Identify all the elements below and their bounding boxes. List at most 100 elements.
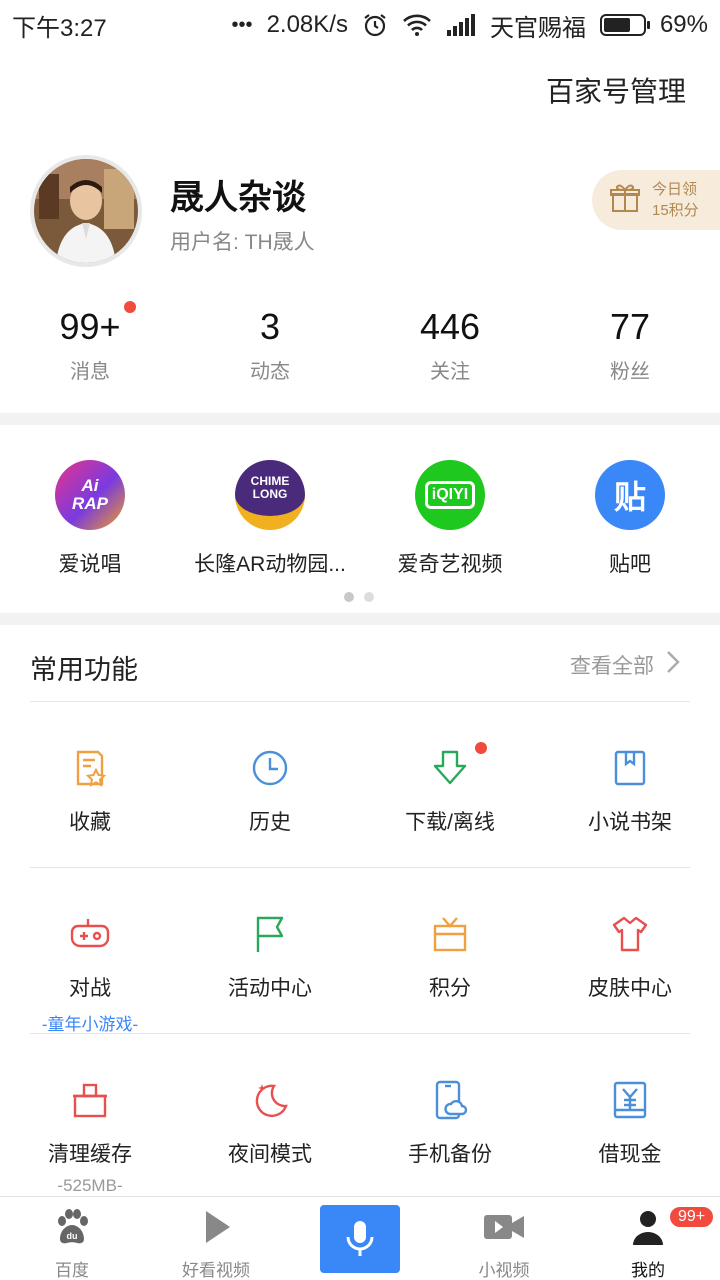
unread-dot bbox=[124, 301, 136, 313]
func-borrow-cash[interactable]: 借现金 bbox=[540, 1080, 720, 1196]
app-icon-text: Ai RAP bbox=[72, 476, 108, 513]
app-ai-rap[interactable]: Ai RAP 爱说唱 bbox=[0, 460, 180, 578]
nav-short-video[interactable]: 小视频 bbox=[432, 1197, 576, 1280]
app-chimelong-ar[interactable]: CHIME LONG 长隆AR动物园... bbox=[180, 460, 360, 578]
func-night-mode[interactable]: 夜间模式 bbox=[180, 1080, 360, 1196]
baijiahao-manage-link[interactable]: 百家号管理 bbox=[546, 70, 686, 110]
iqiyi-icon: iQIYI bbox=[415, 460, 485, 530]
gift-box-icon bbox=[430, 914, 470, 954]
gamepad-icon bbox=[70, 914, 110, 954]
func-label: 手机备份 bbox=[408, 1143, 492, 1166]
func-label: 皮肤中心 bbox=[588, 977, 672, 1000]
divider bbox=[30, 1033, 690, 1034]
flag-icon bbox=[250, 914, 290, 954]
nav-baidu[interactable]: du 百度 bbox=[0, 1197, 144, 1280]
nav-haokan-video[interactable]: 好看视频 bbox=[144, 1197, 288, 1280]
func-label: 历史 bbox=[249, 811, 291, 834]
stat-label: 关注 bbox=[430, 361, 470, 383]
func-label: 积分 bbox=[429, 977, 471, 1000]
stats-row: 99+ 消息 3 动态 446 关注 77 粉丝 bbox=[0, 301, 720, 384]
microphone-icon bbox=[320, 1205, 400, 1273]
func-skin-center[interactable]: 皮肤中心 bbox=[540, 914, 720, 1035]
battery-percent: 69% bbox=[659, 11, 708, 38]
new-download-dot bbox=[475, 742, 487, 754]
download-icon bbox=[430, 748, 470, 788]
func-label: 对战 bbox=[69, 977, 111, 1000]
app-label: 贴吧 bbox=[609, 553, 651, 576]
video-camera-icon bbox=[432, 1207, 576, 1252]
view-all-label: 查看全部 bbox=[570, 655, 654, 678]
app-label: 长隆AR动物园... bbox=[194, 553, 346, 576]
daily-points-badge[interactable]: 今日领 15积分 bbox=[592, 170, 720, 230]
func-label: 下载/离线 bbox=[405, 811, 495, 834]
favorites-icon bbox=[70, 748, 110, 788]
tieba-icon: 贴 bbox=[595, 460, 665, 530]
more-dots-icon: ••• bbox=[231, 13, 253, 36]
stat-fans[interactable]: 77 粉丝 bbox=[540, 305, 720, 384]
func-label: 借现金 bbox=[598, 1143, 662, 1166]
app-icon-text: CHIME LONG bbox=[250, 474, 290, 501]
stat-value: 446 bbox=[419, 306, 481, 347]
battery-icon bbox=[599, 14, 650, 36]
func-activity-center[interactable]: 活动中心 bbox=[180, 914, 360, 1035]
mini-apps-row: Ai RAP 爱说唱 CHIME LONG 长隆AR动物园... iQIYI 爱… bbox=[0, 460, 720, 578]
func-label: 清理缓存 bbox=[48, 1143, 132, 1166]
status-time: 下午3:27 bbox=[12, 14, 107, 42]
battery-fill bbox=[603, 18, 631, 32]
alarm-icon bbox=[362, 12, 388, 38]
svg-text:du: du bbox=[67, 1231, 78, 1241]
section-divider bbox=[0, 613, 720, 625]
divider bbox=[30, 867, 690, 868]
pager-dot bbox=[364, 592, 374, 602]
profile-name[interactable]: 晟人杂谈 bbox=[170, 170, 306, 219]
broom-icon bbox=[70, 1080, 110, 1120]
functions-row-2: 对战 -童年小游戏- 活动中心 积分 皮肤中心 bbox=[0, 914, 720, 1035]
carrier-name: 天官赐福 bbox=[489, 14, 586, 42]
stat-following[interactable]: 446 关注 bbox=[360, 305, 540, 384]
profile-username: 用户名: TH晟人 bbox=[170, 231, 315, 254]
func-label: 夜间模式 bbox=[228, 1143, 312, 1166]
func-label: 收藏 bbox=[69, 811, 111, 834]
func-sublabel: -525MB- bbox=[57, 1176, 123, 1195]
play-icon bbox=[144, 1207, 288, 1252]
stat-messages[interactable]: 99+ 消息 bbox=[0, 301, 180, 384]
clock-icon bbox=[250, 748, 290, 788]
func-download[interactable]: 下载/离线 bbox=[360, 742, 540, 836]
baidu-paw-icon: du bbox=[0, 1207, 144, 1252]
stat-value: 77 bbox=[609, 306, 651, 347]
func-points[interactable]: 积分 bbox=[360, 914, 540, 1035]
avatar[interactable] bbox=[30, 155, 142, 267]
nav-label: 百度 bbox=[55, 1261, 89, 1280]
mine-badge: 99+ bbox=[668, 1205, 716, 1229]
ai-rap-icon: Ai RAP bbox=[55, 460, 125, 530]
func-clear-cache[interactable]: 清理缓存 -525MB- bbox=[0, 1080, 180, 1196]
app-icon-text: iQIYI bbox=[424, 481, 476, 509]
gift-icon bbox=[610, 183, 640, 218]
moon-icon bbox=[250, 1080, 290, 1120]
phone-cloud-icon bbox=[430, 1080, 470, 1120]
nav-label: 好看视频 bbox=[182, 1261, 250, 1280]
app-label: 爱说唱 bbox=[58, 553, 122, 576]
points-line1: 今日领 bbox=[652, 181, 698, 198]
bookshelf-icon bbox=[610, 748, 650, 788]
func-label: 活动中心 bbox=[228, 977, 312, 1000]
app-iqiyi[interactable]: iQIYI 爱奇艺视频 bbox=[360, 460, 540, 578]
func-phone-backup[interactable]: 手机备份 bbox=[360, 1080, 540, 1196]
func-favorites[interactable]: 收藏 bbox=[0, 748, 180, 836]
nav-voice-search[interactable] bbox=[288, 1197, 432, 1280]
app-label: 爱奇艺视频 bbox=[397, 553, 503, 576]
view-all-link[interactable]: 查看全部 bbox=[570, 650, 680, 680]
func-bookshelf[interactable]: 小说书架 bbox=[540, 748, 720, 836]
stat-label: 粉丝 bbox=[610, 361, 650, 383]
bottom-nav: du 百度 好看视频 小视频 我的 99+ bbox=[0, 1196, 720, 1280]
chimelong-icon: CHIME LONG bbox=[235, 460, 305, 530]
func-history[interactable]: 历史 bbox=[180, 748, 360, 836]
func-battle[interactable]: 对战 -童年小游戏- bbox=[0, 914, 180, 1035]
stat-posts[interactable]: 3 动态 bbox=[180, 305, 360, 384]
common-functions-title: 常用功能 bbox=[30, 655, 138, 685]
nav-mine[interactable]: 我的 99+ bbox=[576, 1197, 720, 1280]
func-label: 小说书架 bbox=[588, 811, 672, 834]
points-line2: 15积分 bbox=[652, 202, 699, 219]
status-bar: 下午3:27 ••• 2.08K/s 天官赐福 69% bbox=[0, 0, 720, 50]
app-tieba[interactable]: 贴 贴吧 bbox=[540, 460, 720, 578]
